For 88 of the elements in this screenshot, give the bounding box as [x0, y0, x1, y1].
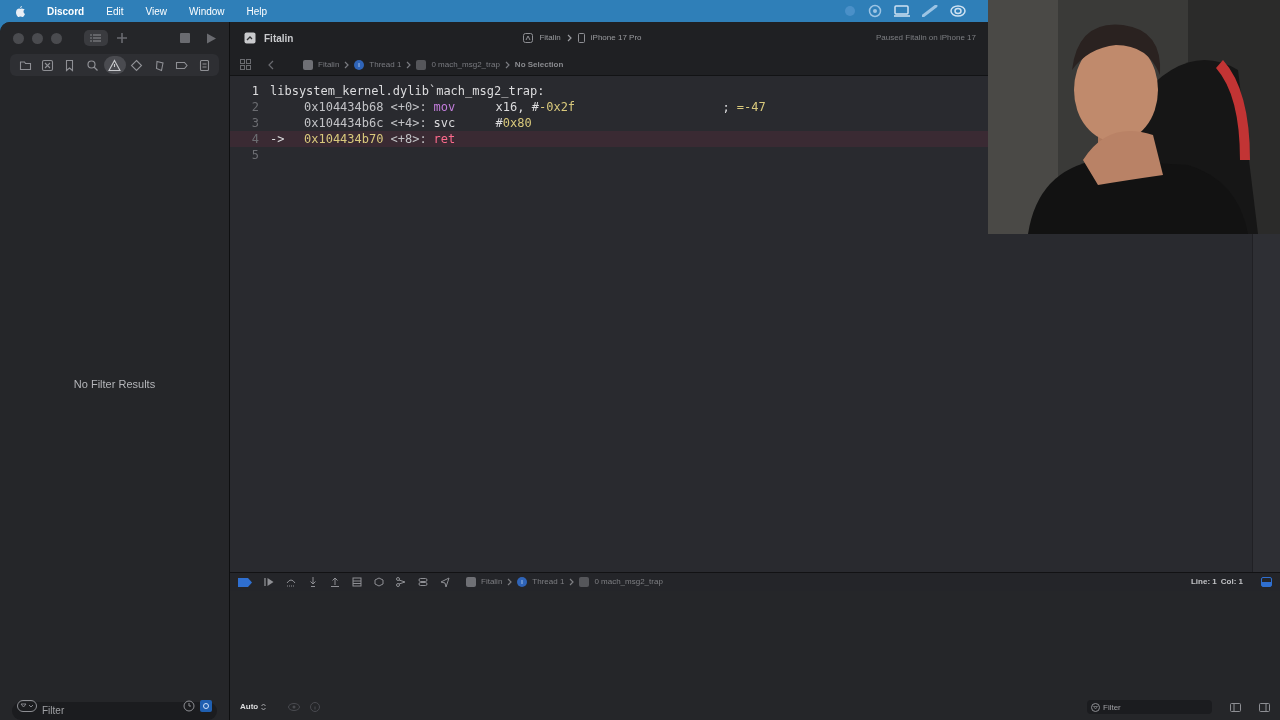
window-title: Fitalin	[264, 31, 294, 46]
thread-icon	[354, 59, 365, 70]
diamond-icon	[130, 58, 144, 72]
breadcrumb-item[interactable]: Fitalin	[318, 58, 340, 71]
run-destination[interactable]: iPhone 17 Pro	[590, 32, 642, 44]
code-operand: x16, #-0x2f	[495, 99, 577, 115]
chevron-icon	[406, 60, 412, 69]
scheme-target[interactable]: Fitalin	[539, 32, 561, 44]
activity-status: Paused Fitalin on iPhone 17	[875, 32, 976, 44]
laptop-icon[interactable]	[894, 5, 910, 17]
menu-item[interactable]: View	[145, 3, 167, 19]
scope-selector[interactable]: Auto	[240, 701, 259, 713]
code-mnemonic: ret	[433, 131, 457, 147]
frame-icon	[416, 59, 427, 70]
code-address: 0x104434b68	[304, 99, 384, 115]
step-out-icon[interactable]	[330, 577, 340, 587]
frame-icon	[579, 577, 590, 587]
step-over-icon[interactable]	[286, 577, 296, 587]
chevron-icon	[344, 60, 350, 69]
app-icon	[244, 32, 256, 44]
filter-field[interactable]: Filter	[12, 701, 217, 720]
filter-icon	[1091, 702, 1100, 712]
code-operand: #0x80	[495, 115, 533, 131]
apple-logo-icon[interactable]	[14, 5, 25, 17]
environment-icon[interactable]	[418, 577, 428, 587]
breadcrumb-item[interactable]: 0 mach_msg2_trap	[431, 58, 500, 71]
status-dot-icon[interactable]	[844, 5, 856, 17]
line-indicator: Line: 1	[1191, 576, 1217, 588]
code-mnemonic: svc	[433, 115, 457, 131]
line-number: 1	[250, 83, 260, 99]
filter-field[interactable]: Filter	[1087, 700, 1212, 714]
menu-item[interactable]: Window	[188, 3, 225, 19]
code-offset: <+4>:	[390, 115, 427, 131]
line-number: 5	[250, 147, 260, 163]
code-label: libsystem_kernel.dylib`mach_msg2_trap:	[270, 83, 545, 99]
menu-item[interactable]: Discord	[47, 3, 85, 19]
thread-icon	[517, 577, 528, 587]
breadcrumb-item[interactable]: Fitalin	[481, 576, 503, 588]
chevron-icon	[504, 60, 510, 69]
scope-icon[interactable]	[200, 700, 212, 712]
right-pane-icon[interactable]	[1259, 702, 1270, 712]
phone-icon	[577, 33, 585, 43]
square-x-icon	[40, 58, 54, 72]
circle-icon[interactable]	[868, 4, 882, 18]
line-number: 3	[250, 115, 260, 131]
code-offset: <+8>:	[390, 131, 427, 147]
folder-icon	[18, 58, 32, 72]
line-number: 4	[250, 131, 260, 147]
chevron-icon	[569, 578, 575, 586]
breadcrumb-item[interactable]: 0 mach_msg2_trap	[594, 576, 663, 588]
code-offset: <+0>:	[390, 99, 427, 115]
clock-icon[interactable]	[183, 700, 195, 712]
view-hierarchy-icon[interactable]	[352, 577, 362, 587]
breakpoint-toggle-icon[interactable]	[238, 577, 252, 587]
filter-menu-icon[interactable]	[17, 700, 37, 712]
debug-area-icon[interactable]	[1261, 577, 1272, 587]
navigator-toggle-button[interactable]	[84, 30, 108, 46]
breadcrumb-item[interactable]: No Selection	[514, 58, 564, 71]
left-pane-icon[interactable]	[1230, 702, 1241, 712]
document-icon	[197, 58, 211, 72]
plus-icon[interactable]	[116, 32, 128, 44]
list-icon	[90, 33, 102, 43]
location-icon[interactable]	[440, 577, 450, 587]
stepper-icon[interactable]	[261, 703, 267, 711]
run-icon[interactable]	[206, 32, 216, 44]
continue-icon[interactable]	[264, 577, 274, 587]
code-address: 0x104434b70	[304, 131, 384, 147]
app-icon	[303, 59, 313, 70]
navigator-tab[interactable]	[103, 56, 126, 74]
app-icon	[466, 577, 476, 587]
code-comment: ; =-47	[722, 99, 766, 115]
search-icon	[85, 58, 99, 72]
warning-icon	[108, 58, 121, 72]
code-mnemonic: mov	[433, 99, 457, 115]
chevron-icon	[566, 34, 572, 42]
chevron-icon	[507, 578, 513, 586]
line-number: 2	[250, 99, 260, 115]
empty-message: No Filter Results	[73, 376, 156, 392]
step-into-icon[interactable]	[308, 577, 318, 587]
menu-item[interactable]: Edit	[106, 3, 124, 19]
column-indicator: Col: 1	[1220, 576, 1243, 588]
breadcrumb-item[interactable]: Thread 1	[532, 576, 565, 588]
breadcrumb-item[interactable]: Thread 1	[369, 58, 402, 71]
menu-item[interactable]: Help	[246, 3, 268, 19]
pc-arrow: ->	[270, 131, 286, 147]
code-address: 0x104434b6c	[304, 115, 384, 131]
grid-icon[interactable]	[240, 59, 251, 70]
back-icon[interactable]	[267, 59, 275, 70]
